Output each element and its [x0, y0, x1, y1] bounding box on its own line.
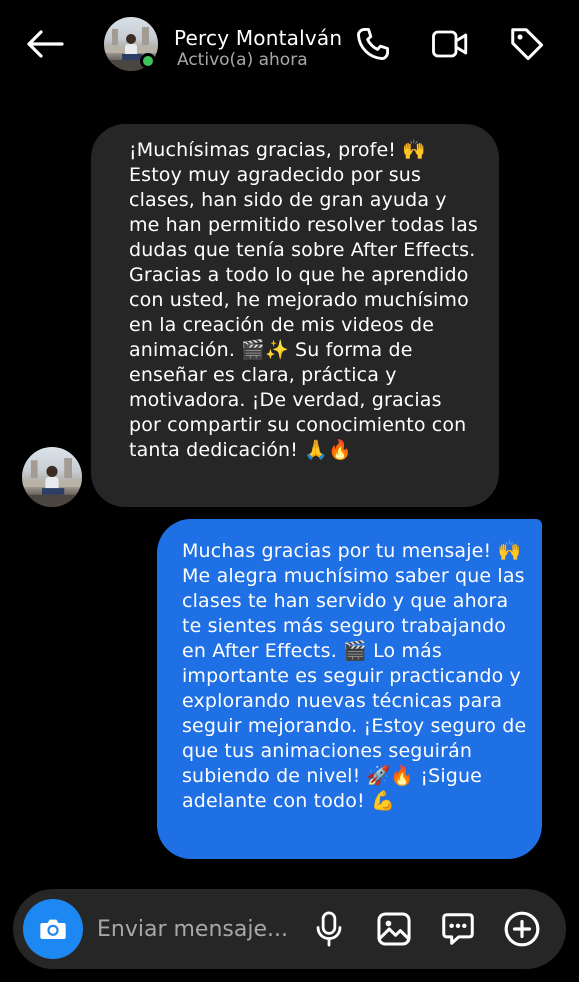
back-arrow-icon	[27, 30, 64, 58]
microphone-icon	[316, 911, 342, 947]
more-options-button[interactable]	[502, 909, 542, 949]
sender-avatar[interactable]	[22, 447, 82, 507]
video-call-button[interactable]	[430, 24, 470, 64]
message-text: Muchas gracias por tu mensaje! 🙌 Me aleg…	[182, 540, 527, 812]
camera-icon	[40, 919, 66, 939]
contact-status: Activo(a) ahora	[177, 50, 308, 70]
phone-icon	[357, 28, 389, 60]
sticker-icon	[442, 913, 474, 945]
plus-icon	[504, 911, 540, 947]
video-camera-icon	[432, 30, 468, 58]
tag-button[interactable]	[507, 24, 547, 64]
avatar-photo	[22, 458, 82, 507]
camera-button[interactable]	[23, 899, 83, 959]
back-button[interactable]	[22, 24, 66, 64]
online-status-indicator	[140, 53, 156, 69]
message-text: ¡Muchísimas gracias, profe! 🙌 Estoy muy …	[129, 139, 478, 461]
outgoing-message-bubble[interactable]: Muchas gracias por tu mensaje! 🙌 Me aleg…	[157, 519, 542, 859]
incoming-message-bubble[interactable]: ¡Muchísimas gracias, profe! 🙌 Estoy muy …	[91, 124, 499, 507]
sticker-button[interactable]	[438, 909, 478, 949]
tag-icon	[511, 28, 544, 61]
chat-header: Percy Montalván Activo(a) ahora	[0, 0, 579, 90]
call-button[interactable]	[353, 24, 393, 64]
message-input[interactable]	[97, 911, 307, 947]
voice-message-button[interactable]	[309, 909, 349, 949]
gallery-icon	[377, 912, 411, 946]
message-composer	[13, 889, 566, 969]
gallery-button[interactable]	[374, 909, 414, 949]
profile-avatar[interactable]	[104, 17, 158, 71]
contact-name[interactable]: Percy Montalván	[174, 26, 342, 50]
